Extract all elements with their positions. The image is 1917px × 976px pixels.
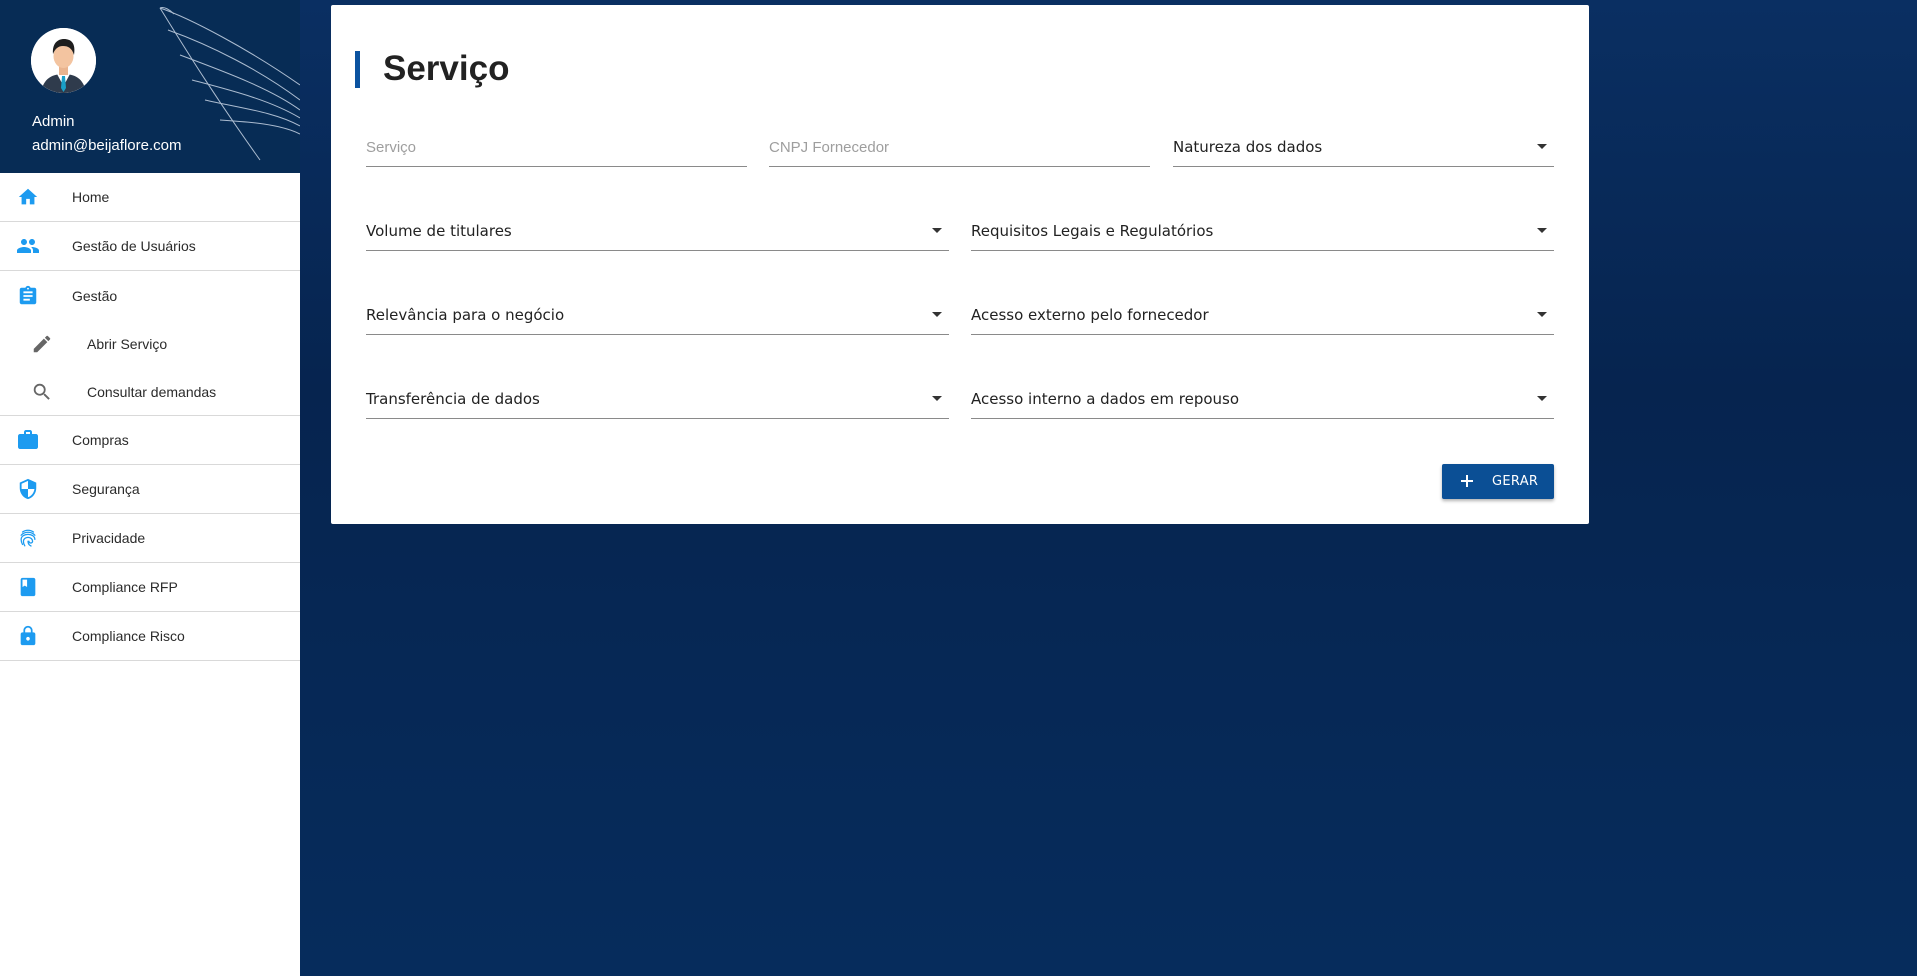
sidebar-item-label: Home xyxy=(72,189,110,205)
relevancia-negocio-select[interactable]: Relevância para o negócio xyxy=(366,301,949,335)
sidebar: Admin admin@beijaflore.com Home Gestão d… xyxy=(0,0,300,976)
sidebar-item-consultar-demandas[interactable]: Consultar demandas xyxy=(0,368,300,416)
book-icon xyxy=(16,575,40,599)
avatar[interactable] xyxy=(31,28,96,93)
sidebar-item-label: Gestão xyxy=(72,287,118,304)
lock-icon xyxy=(16,624,40,648)
user-name: Admin xyxy=(32,113,75,130)
volume-titulares-select[interactable]: Volume de titulares xyxy=(366,217,949,251)
title-accent-bar xyxy=(355,51,360,88)
sidebar-item-compliance-rfp[interactable]: Compliance RFP xyxy=(0,563,300,612)
users-icon xyxy=(16,234,40,258)
clipboard-icon xyxy=(16,284,40,308)
sidebar-item-privacidade[interactable]: Privacidade xyxy=(0,514,300,563)
caret-down-icon xyxy=(1537,396,1547,401)
caret-down-icon xyxy=(1537,144,1547,149)
caret-down-icon xyxy=(932,396,942,401)
sidebar-item-label: Compliance Risco xyxy=(72,628,185,644)
select-value: Natureza dos dados xyxy=(1173,138,1323,156)
select-value: Acesso interno a dados em repouso xyxy=(971,390,1240,408)
sidebar-item-home[interactable]: Home xyxy=(0,173,300,222)
sidebar-item-abrir-servico[interactable]: Abrir Serviço xyxy=(0,320,300,368)
sidebar-item-label: Compliance RFP xyxy=(72,579,178,595)
caret-down-icon xyxy=(932,228,942,233)
caret-down-icon xyxy=(1537,228,1547,233)
acesso-externo-select[interactable]: Acesso externo pelo fornecedor xyxy=(971,301,1554,335)
cnpj-fornecedor-input[interactable] xyxy=(769,139,1150,156)
gerar-button[interactable]: GERAR xyxy=(1442,464,1554,499)
page-title: Serviço xyxy=(383,49,510,88)
sidebar-item-label: Gestão de Usuários xyxy=(72,238,196,254)
requisitos-legais-select[interactable]: Requisitos Legais e Regulatórios xyxy=(971,217,1554,251)
sidebar-item-label: Abrir Serviço xyxy=(87,336,168,352)
select-value: Relevância para o negócio xyxy=(366,306,565,324)
sidebar-item-gestao-usuarios[interactable]: Gestão de Usuários xyxy=(0,222,300,271)
sidebar-item-label: Consultar demandas xyxy=(87,383,217,400)
caret-down-icon xyxy=(932,312,942,317)
pencil-icon xyxy=(30,332,54,356)
briefcase-icon xyxy=(16,428,40,452)
select-value: Volume de titulares xyxy=(366,222,512,240)
natureza-dados-select[interactable]: Natureza dos dados xyxy=(1173,133,1554,167)
servico-form-card: Serviço Natureza dos dados Volume de tit… xyxy=(331,5,1589,524)
select-value: Requisitos Legais e Regulatórios xyxy=(971,222,1214,240)
shield-icon xyxy=(16,477,40,501)
sidebar-item-compliance-risco[interactable]: Compliance Risco xyxy=(0,612,300,661)
sidebar-item-seguranca[interactable]: Segurança xyxy=(0,465,300,514)
plus-icon xyxy=(1461,475,1473,487)
cnpj-field xyxy=(769,133,1150,167)
avatar-icon xyxy=(31,28,96,93)
sidebar-item-label: Privacidade xyxy=(72,530,146,546)
sidebar-item-label: Compras xyxy=(72,432,129,448)
search-icon xyxy=(30,380,54,404)
acesso-interno-select[interactable]: Acesso interno a dados em repouso xyxy=(971,385,1554,419)
profile-header: Admin admin@beijaflore.com xyxy=(0,0,300,173)
caret-down-icon xyxy=(1537,312,1547,317)
transferencia-dados-select[interactable]: Transferência de dados xyxy=(366,385,949,419)
fingerprint-icon xyxy=(16,526,40,550)
home-icon xyxy=(16,185,40,209)
sidebar-item-compras[interactable]: Compras xyxy=(0,416,300,465)
select-value: Transferência de dados xyxy=(366,390,540,408)
sidebar-item-gestao[interactable]: Gestão xyxy=(0,271,300,320)
sidebar-item-label: Segurança xyxy=(72,481,140,497)
select-value: Acesso externo pelo fornecedor xyxy=(971,306,1209,324)
gerar-button-label: GERAR xyxy=(1492,474,1539,489)
sidebar-nav: Home Gestão de Usuários Gestão Abrir Ser… xyxy=(0,173,300,661)
servico-input[interactable] xyxy=(366,139,747,156)
servico-field xyxy=(366,133,747,167)
user-email: admin@beijaflore.com xyxy=(32,137,182,154)
